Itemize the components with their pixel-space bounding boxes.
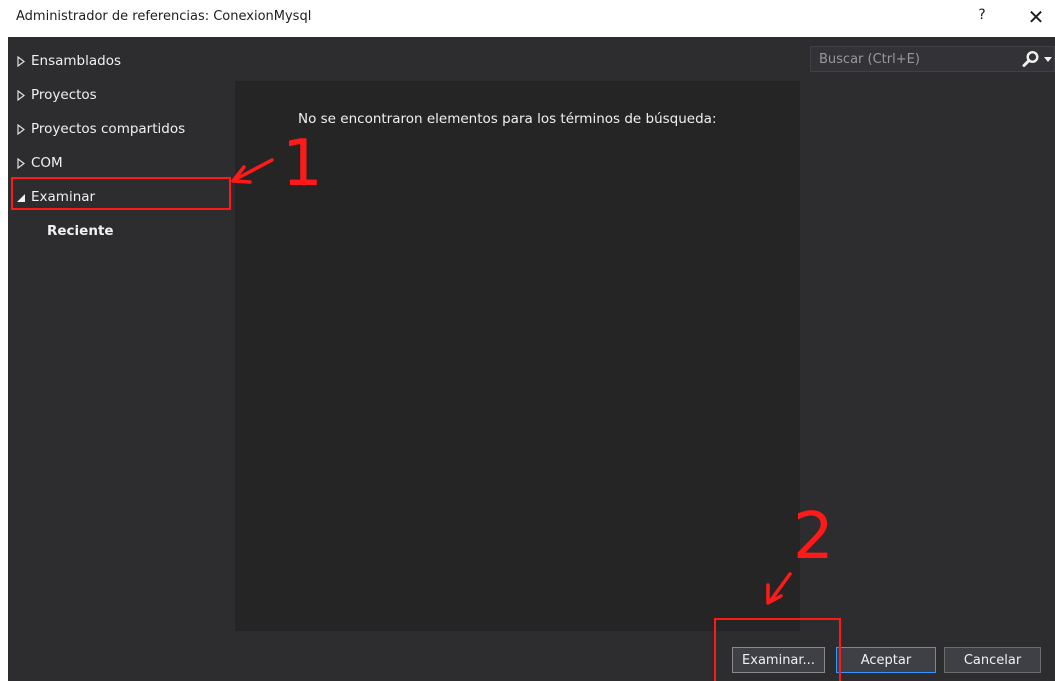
- reference-manager-dialog: Ensamblados Proyectos Proyectos comparti…: [8, 37, 1055, 681]
- annotation-step-1: 1: [282, 127, 323, 201]
- nav-item-reciente[interactable]: Reciente: [8, 215, 236, 249]
- expand-arrow-icon[interactable]: [16, 56, 26, 67]
- details-panel: [800, 81, 1055, 631]
- close-button[interactable]: ✕: [1024, 4, 1048, 30]
- help-button[interactable]: ?: [972, 7, 992, 29]
- nav-item-label: Proyectos: [31, 87, 97, 103]
- empty-results-message: No se encontraron elementos para los tér…: [298, 111, 717, 127]
- nav-item-com[interactable]: COM: [8, 147, 236, 181]
- title-bar: Administrador de referencias: ConexionMy…: [0, 0, 1055, 36]
- expand-arrow-icon[interactable]: [16, 158, 26, 169]
- annotation-highlight-browse-button: [714, 618, 841, 681]
- category-nav: Ensamblados Proyectos Proyectos comparti…: [8, 45, 236, 249]
- expand-arrow-icon[interactable]: [16, 124, 26, 135]
- search-input[interactable]: [811, 47, 1016, 71]
- ok-button[interactable]: Aceptar: [836, 647, 936, 673]
- search-icon[interactable]: [1022, 50, 1040, 68]
- nav-item-label: Reciente: [47, 223, 114, 239]
- nav-item-proyectos[interactable]: Proyectos: [8, 79, 236, 113]
- nav-item-ensamblados[interactable]: Ensamblados: [8, 45, 236, 79]
- expand-arrow-icon[interactable]: [16, 90, 26, 101]
- cancel-button[interactable]: Cancelar: [944, 647, 1041, 673]
- chevron-down-icon[interactable]: [1044, 57, 1052, 63]
- nav-item-proyectos-compartidos[interactable]: Proyectos compartidos: [8, 113, 236, 147]
- annotation-highlight-examinar: [11, 177, 231, 210]
- window-title: Administrador de referencias: ConexionMy…: [16, 9, 312, 24]
- search-box[interactable]: [810, 46, 1055, 72]
- nav-item-label: Ensamblados: [31, 53, 121, 69]
- nav-item-label: Proyectos compartidos: [31, 121, 186, 137]
- annotation-step-2: 2: [793, 500, 834, 574]
- nav-item-label: COM: [31, 155, 63, 171]
